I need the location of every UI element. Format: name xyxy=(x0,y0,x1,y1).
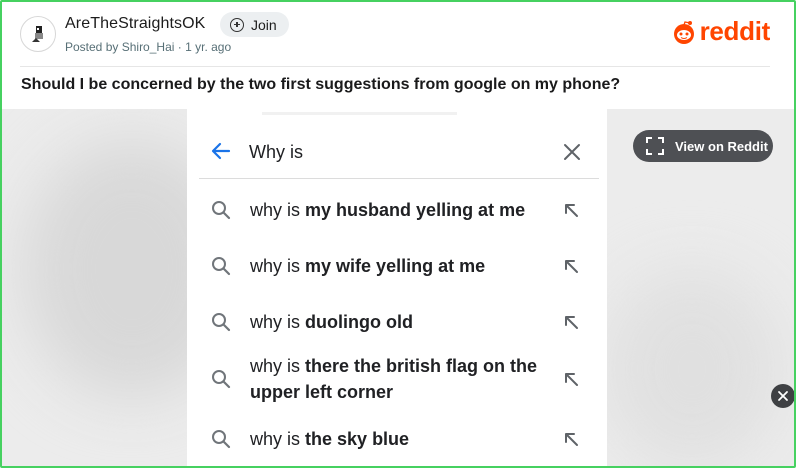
subreddit-name[interactable]: AreTheStraightsOK xyxy=(65,15,205,33)
meta-separator: · xyxy=(177,40,182,54)
post-meta: Posted by Shiro_Hai · 1 yr. ago xyxy=(65,40,231,54)
suggestion-row: why is the sky blue xyxy=(187,426,607,452)
view-on-reddit-label: View on Reddit xyxy=(675,138,768,154)
suggestion-text: why is my wife yelling at me xyxy=(250,256,486,276)
author-link[interactable]: Shiro_Hai xyxy=(122,40,175,54)
search-icon xyxy=(212,257,231,276)
search-input xyxy=(249,139,539,165)
suggestion-text: why is my husband yelling at me xyxy=(250,200,526,220)
blurred-backdrop xyxy=(602,269,782,466)
suggestion-row: why is my husband yelling at me xyxy=(187,197,607,223)
subreddit-avatar[interactable] xyxy=(20,16,56,52)
header-divider xyxy=(20,66,770,67)
close-icon xyxy=(778,391,788,401)
arrow-up-left-icon xyxy=(565,373,578,386)
arrow-up-left-icon xyxy=(565,204,578,217)
phone-screenshot: why is my husband yelling at me why is m… xyxy=(187,109,607,466)
post-media[interactable]: why is my husband yelling at me why is m… xyxy=(2,109,794,466)
arrow-up-left-icon xyxy=(565,316,578,329)
suggestion-row: why is duolingo old xyxy=(187,309,607,335)
view-on-reddit-button[interactable]: View on Reddit xyxy=(633,130,773,162)
search-icon xyxy=(212,201,231,220)
plus-circle-icon xyxy=(230,17,244,32)
join-label: Join xyxy=(251,16,277,33)
search-icon xyxy=(212,430,231,449)
reddit-logo[interactable]: reddit xyxy=(671,16,770,47)
arrow-up-left-icon xyxy=(565,433,578,446)
avatar-icon xyxy=(32,26,43,42)
posted-prefix: Posted by xyxy=(65,40,119,54)
suggestion-text: why is the sky blue xyxy=(250,429,410,449)
post-age: 1 yr. ago xyxy=(185,40,232,54)
join-button[interactable]: Join xyxy=(220,12,289,37)
search-icon xyxy=(212,370,231,389)
close-embed-button[interactable] xyxy=(771,384,794,408)
top-edge xyxy=(262,112,457,115)
suggestion-row: why is there the british flag on the uppe… xyxy=(187,353,607,405)
post-title[interactable]: Should I be concerned by the two first s… xyxy=(21,76,620,94)
suggestion-row: why is my wife yelling at me xyxy=(187,253,607,279)
reddit-wordmark: reddit xyxy=(699,16,771,46)
suggestion-text: why is duolingo old xyxy=(250,312,413,332)
arrow-up-left-icon xyxy=(565,260,578,273)
embed-frame: AreTheStraightsOK Join Posted by Shiro_H… xyxy=(0,0,796,468)
search-icon xyxy=(212,313,231,332)
close-icon xyxy=(564,144,580,160)
reddit-snoo-icon xyxy=(673,20,694,44)
suggestion-text: why is there the british flag on the uppe… xyxy=(250,356,538,402)
back-arrow-icon xyxy=(211,142,231,160)
search-bar xyxy=(199,123,599,179)
expand-icon xyxy=(646,137,664,155)
